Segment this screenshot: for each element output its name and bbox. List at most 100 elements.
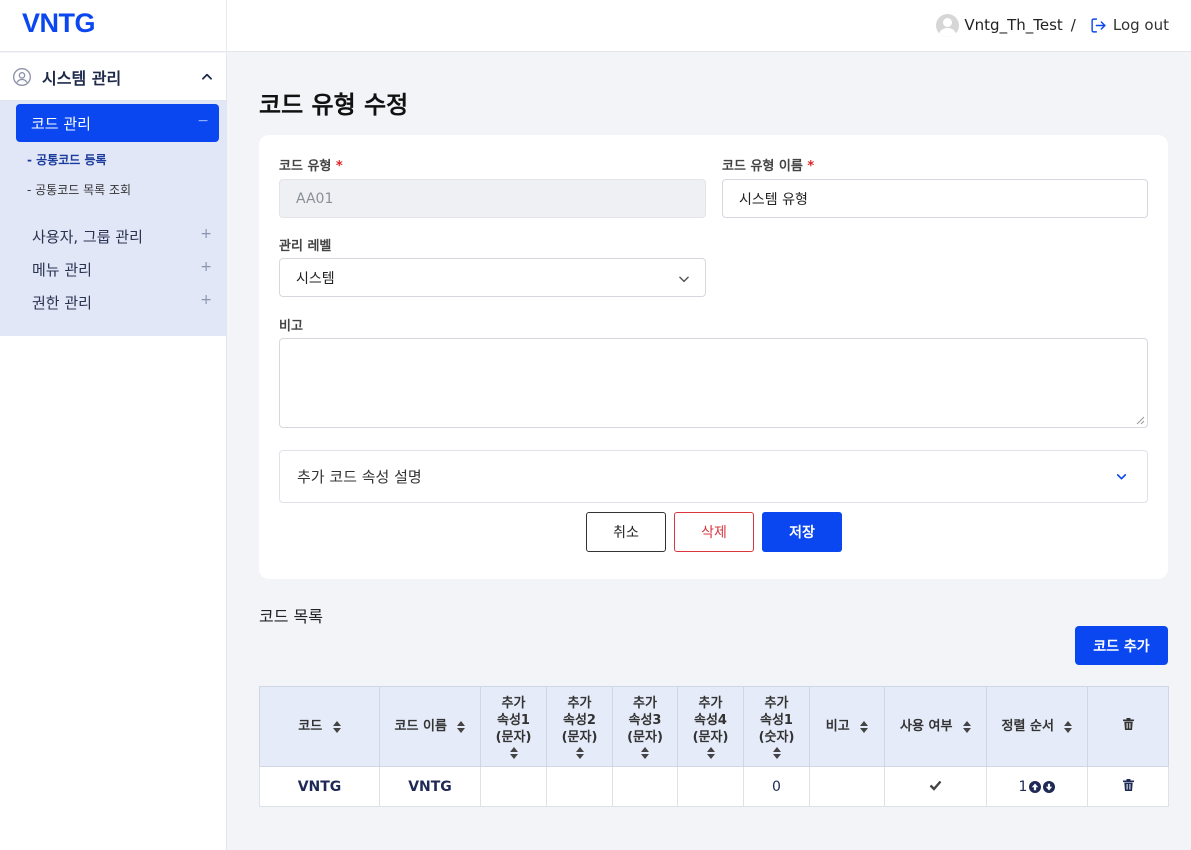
- user-name: Vntg_Th_Test: [964, 16, 1063, 34]
- cell-used[interactable]: [884, 766, 987, 807]
- delete-button[interactable]: 삭제: [674, 512, 754, 552]
- chevron-up-icon: [202, 73, 212, 80]
- expand-icon: +: [200, 259, 212, 275]
- sort-icon[interactable]: [575, 746, 584, 759]
- column-label: 속성1: [497, 712, 530, 728]
- column-header-note[interactable]: 비고: [809, 686, 885, 767]
- sort-icon[interactable]: [706, 746, 715, 759]
- sort-icon[interactable]: [1064, 720, 1073, 733]
- edit-form-card: 코드 유형 * AA01 코드 유형 이름 * 시스템 유형 관리 레벨 시스템…: [259, 135, 1168, 579]
- column-label: 추가: [633, 695, 657, 711]
- cell-attr1: [480, 766, 547, 807]
- sort-icon[interactable]: [332, 720, 341, 733]
- column-label: (문자): [627, 729, 663, 745]
- column-label: 정렬 순서: [1001, 719, 1054, 734]
- cell-code: VNTG: [259, 766, 380, 807]
- sidebar-item-label: 메뉴 관리: [32, 261, 92, 279]
- sort-icon[interactable]: [457, 720, 466, 733]
- resize-handle-icon[interactable]: [1136, 416, 1145, 425]
- separator: /: [1070, 16, 1076, 34]
- sort-icon[interactable]: [962, 720, 971, 733]
- sort-icon[interactable]: [772, 746, 781, 759]
- column-label: 추가: [501, 695, 526, 711]
- sort-icon[interactable]: [509, 746, 518, 759]
- code-type-label: 코드 유형 *: [279, 155, 343, 174]
- arrow-up-circle-icon[interactable]: [1029, 780, 1042, 793]
- column-header-order[interactable]: 정렬 순서: [986, 686, 1088, 767]
- column-header-attr1-text[interactable]: 추가 속성1 (문자): [480, 686, 547, 767]
- sidebar-group-system[interactable]: 시스템 관리: [0, 53, 226, 101]
- logout-button[interactable]: Log out: [1090, 16, 1169, 34]
- cell-attr3: [612, 766, 678, 807]
- code-list-title: 코드 목록: [259, 607, 323, 626]
- column-header-code-name[interactable]: 코드 이름: [379, 686, 481, 767]
- table-header-row: 코드 코드 이름 추가 속성1 (문자) 추가 속성2 (문자) 추가 속성3 …: [259, 686, 1169, 767]
- sidebar-item-code-management[interactable]: 코드 관리 −: [16, 104, 219, 142]
- user-area: Vntg_Th_Test / Log out: [936, 13, 1169, 37]
- column-label: (숫자): [758, 729, 795, 745]
- code-type-name-label-text: 코드 유형 이름: [722, 159, 803, 174]
- column-header-delete[interactable]: [1087, 686, 1169, 767]
- column-label: (문자): [495, 729, 532, 745]
- column-header-code[interactable]: 코드: [259, 686, 380, 767]
- column-header-attr4-text[interactable]: 추가 속성4 (문자): [677, 686, 744, 767]
- sidebar-item-menu[interactable]: 메뉴 관리 +: [32, 259, 212, 280]
- cell-note: [809, 766, 885, 807]
- logo-divider: [226, 0, 227, 52]
- column-label: 속성1: [760, 712, 793, 728]
- code-table: 코드 코드 이름 추가 속성1 (문자) 추가 속성2 (문자) 추가 속성3 …: [259, 686, 1169, 807]
- arrow-down-circle-icon[interactable]: [1043, 780, 1056, 793]
- column-label: 비고: [825, 719, 850, 734]
- column-header-attr3-text[interactable]: 추가 속성3 (문자): [612, 686, 678, 767]
- user-circle-icon: [13, 67, 31, 86]
- column-header-used[interactable]: 사용 여부: [884, 686, 987, 767]
- sidebar: 시스템 관리 코드 관리 − - 공통코드 등록 - 공통코드 목록 조회 사용…: [0, 53, 227, 850]
- trash-icon[interactable]: [1122, 718, 1134, 730]
- cell-delete[interactable]: [1087, 766, 1169, 807]
- code-type-label-text: 코드 유형: [279, 159, 332, 174]
- sidebar-item-label: 권한 관리: [32, 294, 92, 312]
- code-type-name-input[interactable]: 시스템 유형: [722, 179, 1148, 218]
- column-header-attr2-text[interactable]: 추가 속성2 (문자): [546, 686, 613, 767]
- sidebar-item-users-groups[interactable]: 사용자, 그룹 관리 +: [32, 226, 212, 247]
- cell-attr2: [546, 766, 613, 807]
- cell-order: 1: [986, 766, 1088, 807]
- level-select[interactable]: 시스템: [279, 258, 706, 297]
- level-label: 관리 레벨: [279, 239, 332, 254]
- page-title: 코드 유형 수정: [259, 91, 409, 119]
- column-label: 추가: [698, 695, 723, 711]
- column-label: (문자): [561, 729, 598, 745]
- trash-icon[interactable]: [1122, 778, 1134, 791]
- expand-icon: +: [200, 292, 212, 308]
- save-button[interactable]: 저장: [762, 512, 842, 552]
- add-code-button[interactable]: 코드 추가: [1075, 626, 1168, 665]
- sidebar-item-label: 코드 관리: [31, 114, 91, 133]
- sort-icon[interactable]: [860, 720, 869, 733]
- column-label: (문자): [692, 729, 729, 745]
- cancel-button[interactable]: 취소: [586, 512, 666, 552]
- order-value: 1: [1018, 778, 1028, 795]
- sort-icon[interactable]: [641, 746, 649, 759]
- accordion-label: 추가 코드 속성 설명: [297, 468, 422, 486]
- logo[interactable]: VNTG: [22, 8, 96, 39]
- code-type-name-label: 코드 유형 이름 *: [722, 155, 814, 174]
- column-label: 추가: [764, 695, 789, 711]
- logout-label: Log out: [1112, 16, 1169, 34]
- note-textarea[interactable]: [279, 338, 1148, 428]
- code-type-input: AA01: [279, 179, 706, 218]
- chevron-down-icon: [1116, 474, 1127, 480]
- sidebar-item-label: 사용자, 그룹 관리: [32, 228, 143, 246]
- column-label: 사용 여부: [900, 719, 953, 734]
- attribute-description-accordion[interactable]: 추가 코드 속성 설명: [279, 450, 1148, 503]
- avatar-icon: [936, 13, 960, 37]
- required-mark: *: [807, 159, 815, 174]
- sidebar-subitem-code-list[interactable]: - 공통코드 목록 조회: [27, 181, 131, 198]
- column-header-attr1-number[interactable]: 추가 속성1 (숫자): [743, 686, 810, 767]
- column-label: 속성2: [563, 712, 596, 728]
- column-label: 추가: [567, 695, 592, 711]
- note-label: 비고: [279, 319, 303, 334]
- check-icon: [929, 780, 942, 791]
- sidebar-subitem-code-register[interactable]: - 공통코드 등록: [27, 151, 107, 168]
- table-row[interactable]: VNTG VNTG 0 1: [259, 766, 1169, 807]
- sidebar-item-permissions[interactable]: 권한 관리 +: [32, 292, 212, 313]
